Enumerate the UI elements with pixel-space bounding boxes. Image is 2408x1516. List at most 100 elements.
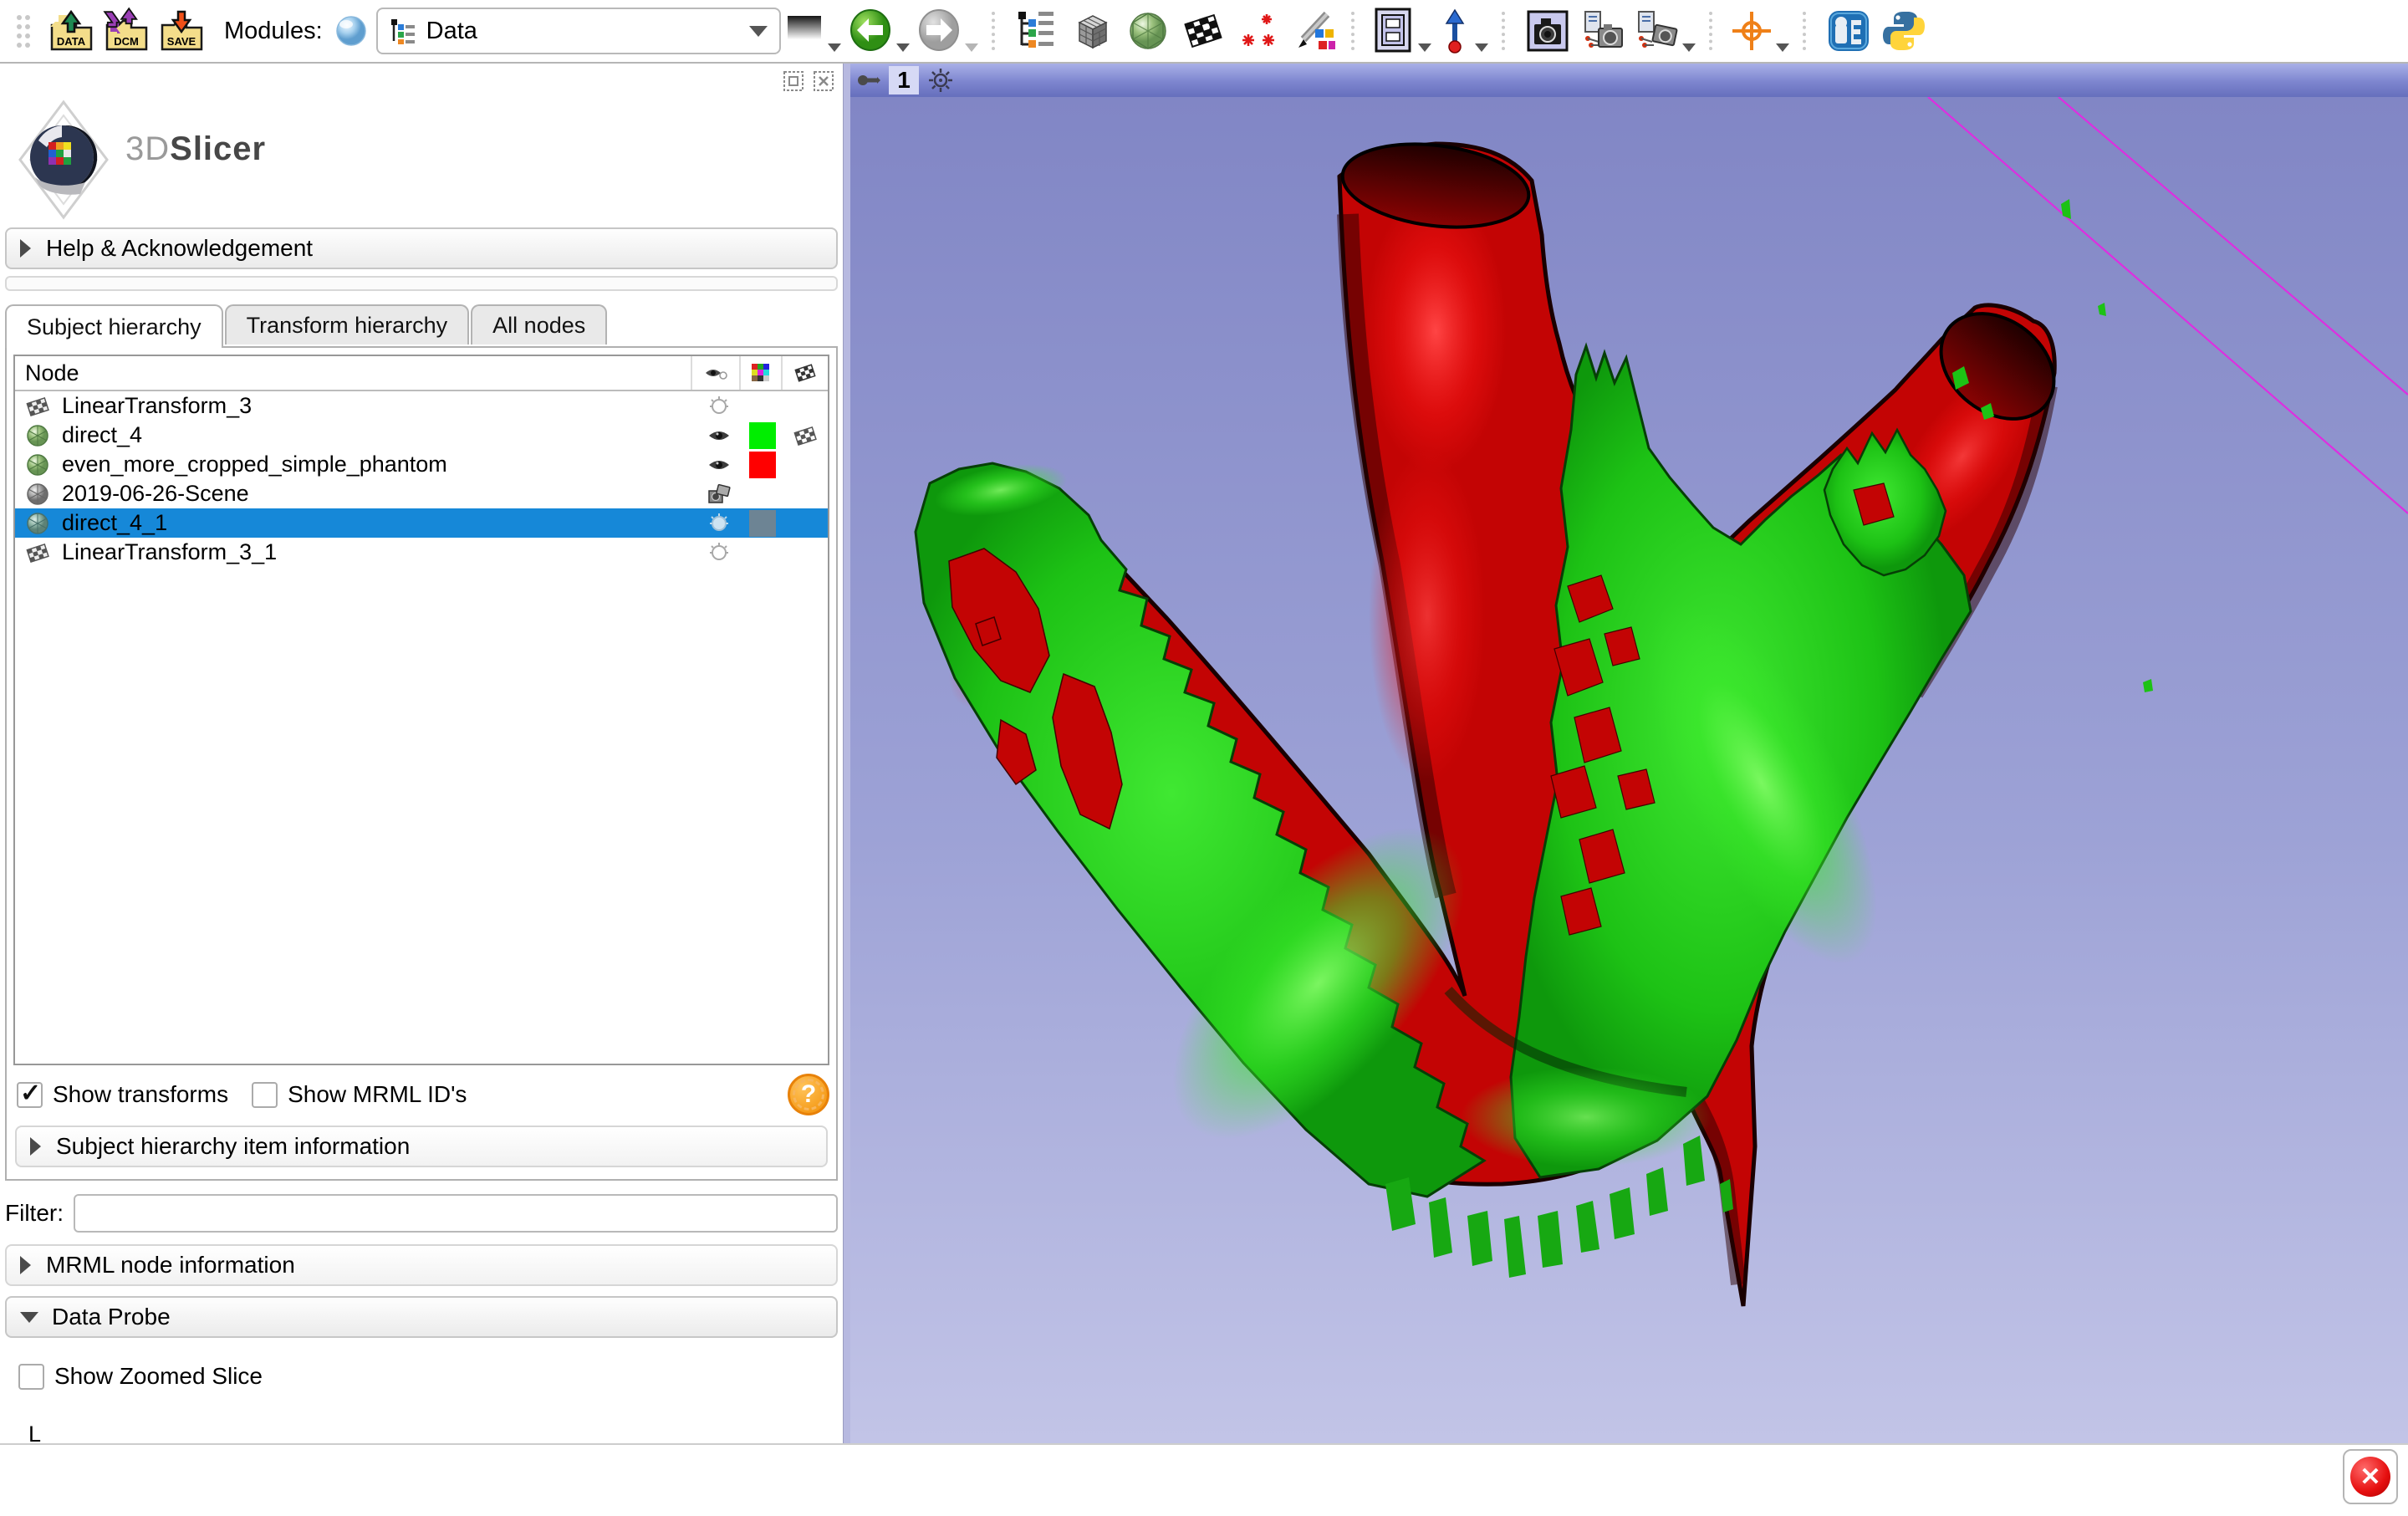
volumes-module-button[interactable] bbox=[1069, 5, 1117, 57]
load-data-button[interactable]: DATA bbox=[47, 5, 95, 57]
color-column-header[interactable] bbox=[739, 356, 781, 390]
visibility-partial-icon bbox=[708, 513, 730, 534]
item-information-section[interactable]: Subject hierarchy item information bbox=[15, 1126, 828, 1167]
help-acknowledgement-section[interactable]: Help & Acknowledgement bbox=[5, 227, 838, 269]
table-row[interactable]: direct_4 bbox=[15, 421, 828, 450]
data-probe-section[interactable]: Data Probe bbox=[5, 1296, 838, 1338]
chevron-down-icon bbox=[749, 26, 768, 37]
node-column-header[interactable]: Node bbox=[25, 360, 691, 386]
markups-module-button[interactable] bbox=[1234, 5, 1283, 57]
module-history-button[interactable] bbox=[784, 5, 841, 57]
view-controller-gear-icon[interactable] bbox=[927, 67, 954, 94]
color-swatch[interactable] bbox=[749, 510, 776, 537]
module-list-icon bbox=[390, 18, 416, 44]
module-selector-value: Data bbox=[426, 18, 749, 45]
visibility-toggle[interactable] bbox=[696, 396, 742, 417]
toolbar-separator bbox=[1502, 12, 1510, 50]
module-selector[interactable]: Data bbox=[376, 8, 781, 54]
screenshot-icon bbox=[1526, 9, 1569, 53]
collapsed-arrow-icon bbox=[20, 239, 31, 258]
show-transforms-checkbox[interactable]: ✓ bbox=[17, 1082, 43, 1108]
pin-icon[interactable] bbox=[855, 69, 880, 91]
scene-node-icon bbox=[25, 482, 50, 507]
module-search-icon[interactable] bbox=[334, 14, 368, 48]
volumes-icon bbox=[1071, 9, 1115, 53]
models-module-button[interactable] bbox=[1124, 5, 1172, 57]
status-bar: ✕ bbox=[0, 1443, 2408, 1507]
tab-transform-hierarchy[interactable]: Transform hierarchy bbox=[225, 304, 470, 345]
subject-hierarchy-frame: Node bbox=[5, 346, 838, 1181]
transforms-module-button[interactable] bbox=[1179, 5, 1227, 57]
show-zoomed-slice-label: Show Zoomed Slice bbox=[54, 1363, 263, 1390]
transform-column-header[interactable] bbox=[781, 356, 828, 390]
svg-text:DCM: DCM bbox=[114, 35, 139, 48]
back-button[interactable] bbox=[848, 5, 910, 57]
slicer-logo-icon bbox=[13, 97, 114, 222]
error-close-icon: ✕ bbox=[2350, 1457, 2390, 1497]
visibility-off-icon bbox=[708, 542, 730, 564]
scene-view-restore-button[interactable] bbox=[1634, 5, 1696, 57]
color-swatch[interactable] bbox=[749, 452, 776, 478]
table-row[interactable]: LinearTransform_3 bbox=[15, 391, 828, 421]
color-swatch[interactable] bbox=[749, 422, 776, 449]
transform-node-icon bbox=[25, 394, 50, 419]
filter-input[interactable] bbox=[74, 1194, 838, 1233]
threed-view[interactable]: 1 bbox=[850, 64, 2408, 1443]
transform-applied-icon[interactable] bbox=[793, 424, 817, 447]
visibility-toggle[interactable] bbox=[696, 427, 742, 444]
threed-render-canvas[interactable] bbox=[850, 97, 2408, 1443]
module-history-icon bbox=[784, 13, 824, 49]
mrml-node-information-section[interactable]: MRML node information bbox=[5, 1244, 838, 1286]
table-row[interactable]: 2019-06-26-Scene bbox=[15, 479, 828, 508]
import-dicom-button[interactable]: DCM bbox=[102, 5, 150, 57]
error-log-button[interactable]: ✕ bbox=[2343, 1449, 2398, 1504]
crosshair-button[interactable] bbox=[1731, 5, 1789, 57]
help-button[interactable]: ? bbox=[788, 1074, 829, 1115]
scene-view-icon-cell[interactable] bbox=[696, 482, 742, 506]
chevron-down-icon bbox=[828, 43, 841, 52]
toolbar-grip[interactable] bbox=[15, 13, 37, 49]
float-panel-icon[interactable] bbox=[783, 70, 804, 92]
table-row-selected[interactable]: direct_4_1 bbox=[15, 508, 828, 538]
threed-view-controller-bar[interactable]: 1 bbox=[850, 64, 2408, 97]
mouse-mode-icon bbox=[1438, 8, 1472, 54]
annotations-module-button[interactable] bbox=[1289, 5, 1338, 57]
tab-subject-hierarchy[interactable]: Subject hierarchy bbox=[5, 304, 223, 348]
eye-icon bbox=[704, 365, 727, 381]
hierarchy-tabs: Subject hierarchy Transform hierarchy Al… bbox=[5, 304, 843, 346]
toolbar-separator bbox=[1803, 12, 1811, 50]
visibility-toggle[interactable] bbox=[696, 513, 742, 534]
markups-icon bbox=[1237, 9, 1280, 53]
table-row[interactable]: even_more_cropped_simple_phantom bbox=[15, 450, 828, 479]
screenshot-button[interactable] bbox=[1523, 5, 1572, 57]
forward-button[interactable] bbox=[916, 5, 978, 57]
toolbar-separator bbox=[1351, 12, 1360, 50]
models-icon bbox=[1126, 9, 1170, 53]
color-palette-icon bbox=[751, 363, 771, 383]
mouse-mode-button[interactable] bbox=[1438, 5, 1488, 57]
show-mrml-ids-checkbox[interactable]: ✓ bbox=[252, 1082, 278, 1108]
extensions-manager-button[interactable] bbox=[1824, 5, 1873, 57]
subject-hierarchy-tree[interactable]: Node bbox=[13, 355, 829, 1065]
layout-selector-button[interactable] bbox=[1373, 5, 1431, 57]
annotations-icon bbox=[1292, 9, 1335, 53]
visibility-toggle[interactable] bbox=[696, 542, 742, 564]
table-row[interactable]: LinearTransform_3_1 bbox=[15, 538, 828, 567]
scene-view-capture-button[interactable] bbox=[1579, 5, 1627, 57]
load-data-icon: DATA bbox=[47, 7, 95, 55]
chevron-down-icon bbox=[1418, 43, 1431, 52]
chevron-down-icon bbox=[896, 43, 910, 52]
tree-header[interactable]: Node bbox=[15, 356, 828, 391]
subject-hierarchy-module-button[interactable] bbox=[1013, 5, 1062, 57]
close-panel-icon[interactable] bbox=[813, 70, 834, 92]
transform-grid-icon bbox=[794, 362, 816, 384]
scene-view-capture-icon bbox=[1580, 8, 1625, 54]
save-button[interactable]: SAVE bbox=[157, 5, 206, 57]
visibility-toggle[interactable] bbox=[696, 457, 742, 473]
slicer-logo: 3DSlicer bbox=[13, 97, 843, 222]
visibility-column-header[interactable] bbox=[691, 356, 739, 390]
tab-all-nodes[interactable]: All nodes bbox=[471, 304, 607, 345]
toolbar-separator bbox=[1709, 12, 1717, 50]
show-zoomed-slice-checkbox[interactable]: ✓ bbox=[18, 1364, 44, 1390]
python-console-button[interactable] bbox=[1880, 5, 1928, 57]
